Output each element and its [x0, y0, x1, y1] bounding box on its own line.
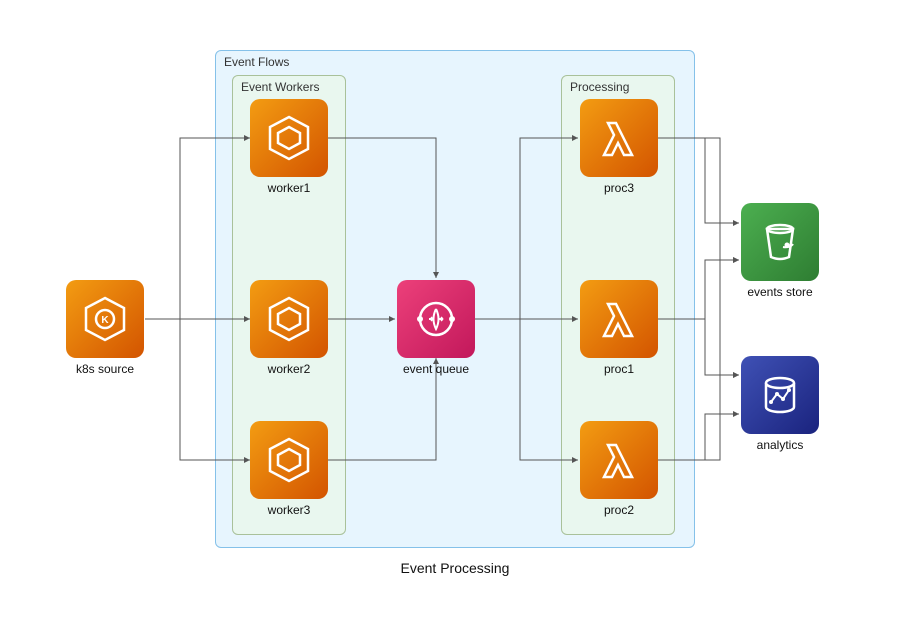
node-proc2: proc2 — [580, 421, 658, 517]
node-worker2: worker2 — [250, 280, 328, 376]
node-events-store: events store — [741, 203, 819, 299]
node-analytics-label: analytics — [741, 438, 819, 452]
node-worker3-label: worker3 — [250, 503, 328, 517]
node-proc3-label: proc3 — [580, 181, 658, 195]
lambda-icon — [580, 99, 658, 177]
diagram-title: Event Processing — [395, 560, 515, 576]
eks-icon: K — [66, 280, 144, 358]
node-worker2-label: worker2 — [250, 362, 328, 376]
lambda-icon — [580, 280, 658, 358]
node-event-queue-label: event queue — [397, 362, 475, 376]
svg-text:K: K — [101, 315, 109, 326]
node-event-queue: event queue — [397, 280, 475, 376]
node-k8s-source-label: k8s source — [66, 362, 144, 376]
node-worker1-label: worker1 — [250, 181, 328, 195]
node-k8s-source: K k8s source — [66, 280, 144, 376]
node-proc2-label: proc2 — [580, 503, 658, 517]
group-event-workers-label: Event Workers — [241, 80, 319, 94]
ecs-icon — [250, 421, 328, 499]
s3-icon — [741, 203, 819, 281]
node-worker3: worker3 — [250, 421, 328, 517]
node-proc1-label: proc1 — [580, 362, 658, 376]
node-proc1: proc1 — [580, 280, 658, 376]
group-event-flows-label: Event Flows — [224, 55, 289, 69]
ecs-icon — [250, 280, 328, 358]
node-analytics: analytics — [741, 356, 819, 452]
node-events-store-label: events store — [741, 285, 819, 299]
lambda-icon — [580, 421, 658, 499]
analytics-icon — [741, 356, 819, 434]
group-processing-label: Processing — [570, 80, 629, 94]
ecs-icon — [250, 99, 328, 177]
node-worker1: worker1 — [250, 99, 328, 195]
node-proc3: proc3 — [580, 99, 658, 195]
eventbridge-icon — [397, 280, 475, 358]
